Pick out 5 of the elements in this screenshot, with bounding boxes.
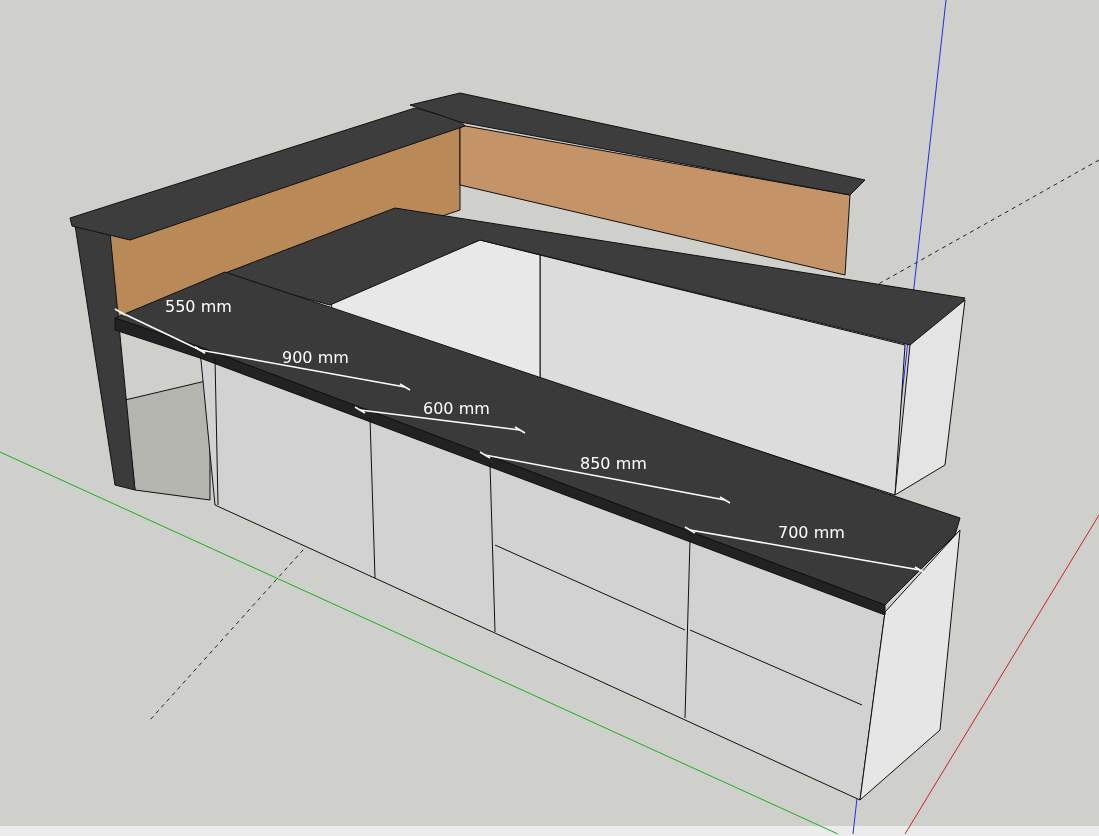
dimension-label: 600 mm <box>423 401 490 417</box>
dimension-label: 900 mm <box>282 350 349 366</box>
dimension-label: 550 mm <box>165 299 232 315</box>
dimension-label: 700 mm <box>778 525 845 541</box>
dimension-label: 850 mm <box>580 456 647 472</box>
